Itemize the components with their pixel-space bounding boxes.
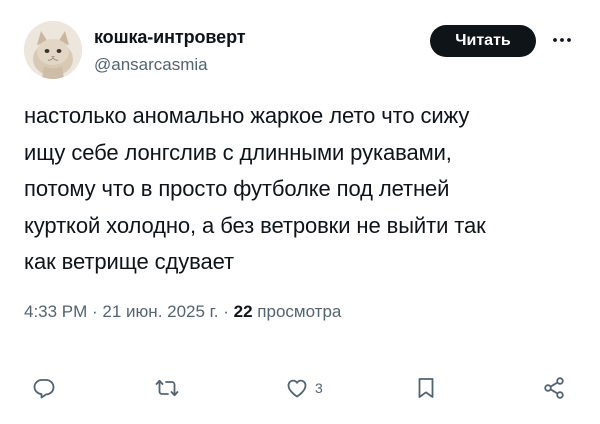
share-button[interactable] [542,366,566,410]
views-label: просмотра [257,302,342,321]
reply-icon [33,379,55,399]
more-dots-icon [553,38,571,42]
tweet-text-line: настолько аномально жаркое лето что сижу [24,103,470,128]
follow-button[interactable]: Читать [430,25,536,57]
author-display-name[interactable]: кошка-интроверт [94,27,246,48]
tweet-card: кошка-интроверт @ansarcasmia Читать наст… [0,0,600,424]
bookmark-icon [418,378,434,398]
meta-separator: · [218,302,234,321]
author-handle[interactable]: @ansarcasmia [94,55,208,75]
bookmark-button[interactable] [414,366,438,410]
like-count: 3 [315,380,323,396]
reply-button[interactable] [32,366,56,410]
share-icon [544,377,564,399]
like-button[interactable]: 3 [285,366,323,410]
tweet-date[interactable]: 21 июн. 2025 г. [102,302,218,321]
cat-avatar-image [24,21,82,79]
tweet-time[interactable]: 4:33 PM [24,302,87,321]
tweet-text-line: курткой холодно, а без ветровки не выйти… [24,212,486,238]
heart-icon [287,379,307,398]
repost-button[interactable] [155,366,179,410]
action-bar: 3 [0,366,600,410]
repost-icon [155,379,179,397]
more-options-button[interactable] [547,27,577,53]
meta-separator: · [87,302,103,321]
views-count: 22 [233,302,253,321]
tweet-text-line: ищу себе лонгслив с длинными рукавами, [24,139,452,165]
tweet-text-line: потому что в просто футболке под летней [24,176,450,201]
tweet-text-line: как ветрище сдувает [24,249,235,274]
avatar[interactable] [24,21,82,79]
tweet-meta: 4:33 PM · 21 июн. 2025 г. · 22 просмотра [24,302,341,322]
tweet-text: настолько аномально жаркое лето что сижу… [24,98,584,281]
